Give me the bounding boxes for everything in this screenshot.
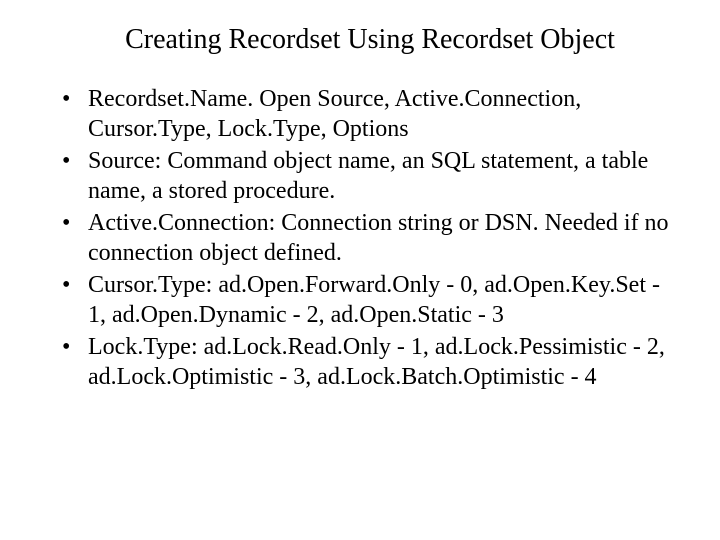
list-item: Active.Connection: Connection string or … [48, 208, 672, 268]
list-item: Recordset.Name. Open Source, Active.Conn… [48, 84, 672, 144]
bullet-list: Recordset.Name. Open Source, Active.Conn… [48, 84, 672, 392]
list-item: Lock.Type: ad.Lock.Read.Only - 1, ad.Loc… [48, 332, 672, 392]
slide-title: Creating Recordset Using Recordset Objec… [48, 24, 672, 56]
list-item: Cursor.Type: ad.Open.Forward.Only - 0, a… [48, 270, 672, 330]
list-item: Source: Command object name, an SQL stat… [48, 146, 672, 206]
